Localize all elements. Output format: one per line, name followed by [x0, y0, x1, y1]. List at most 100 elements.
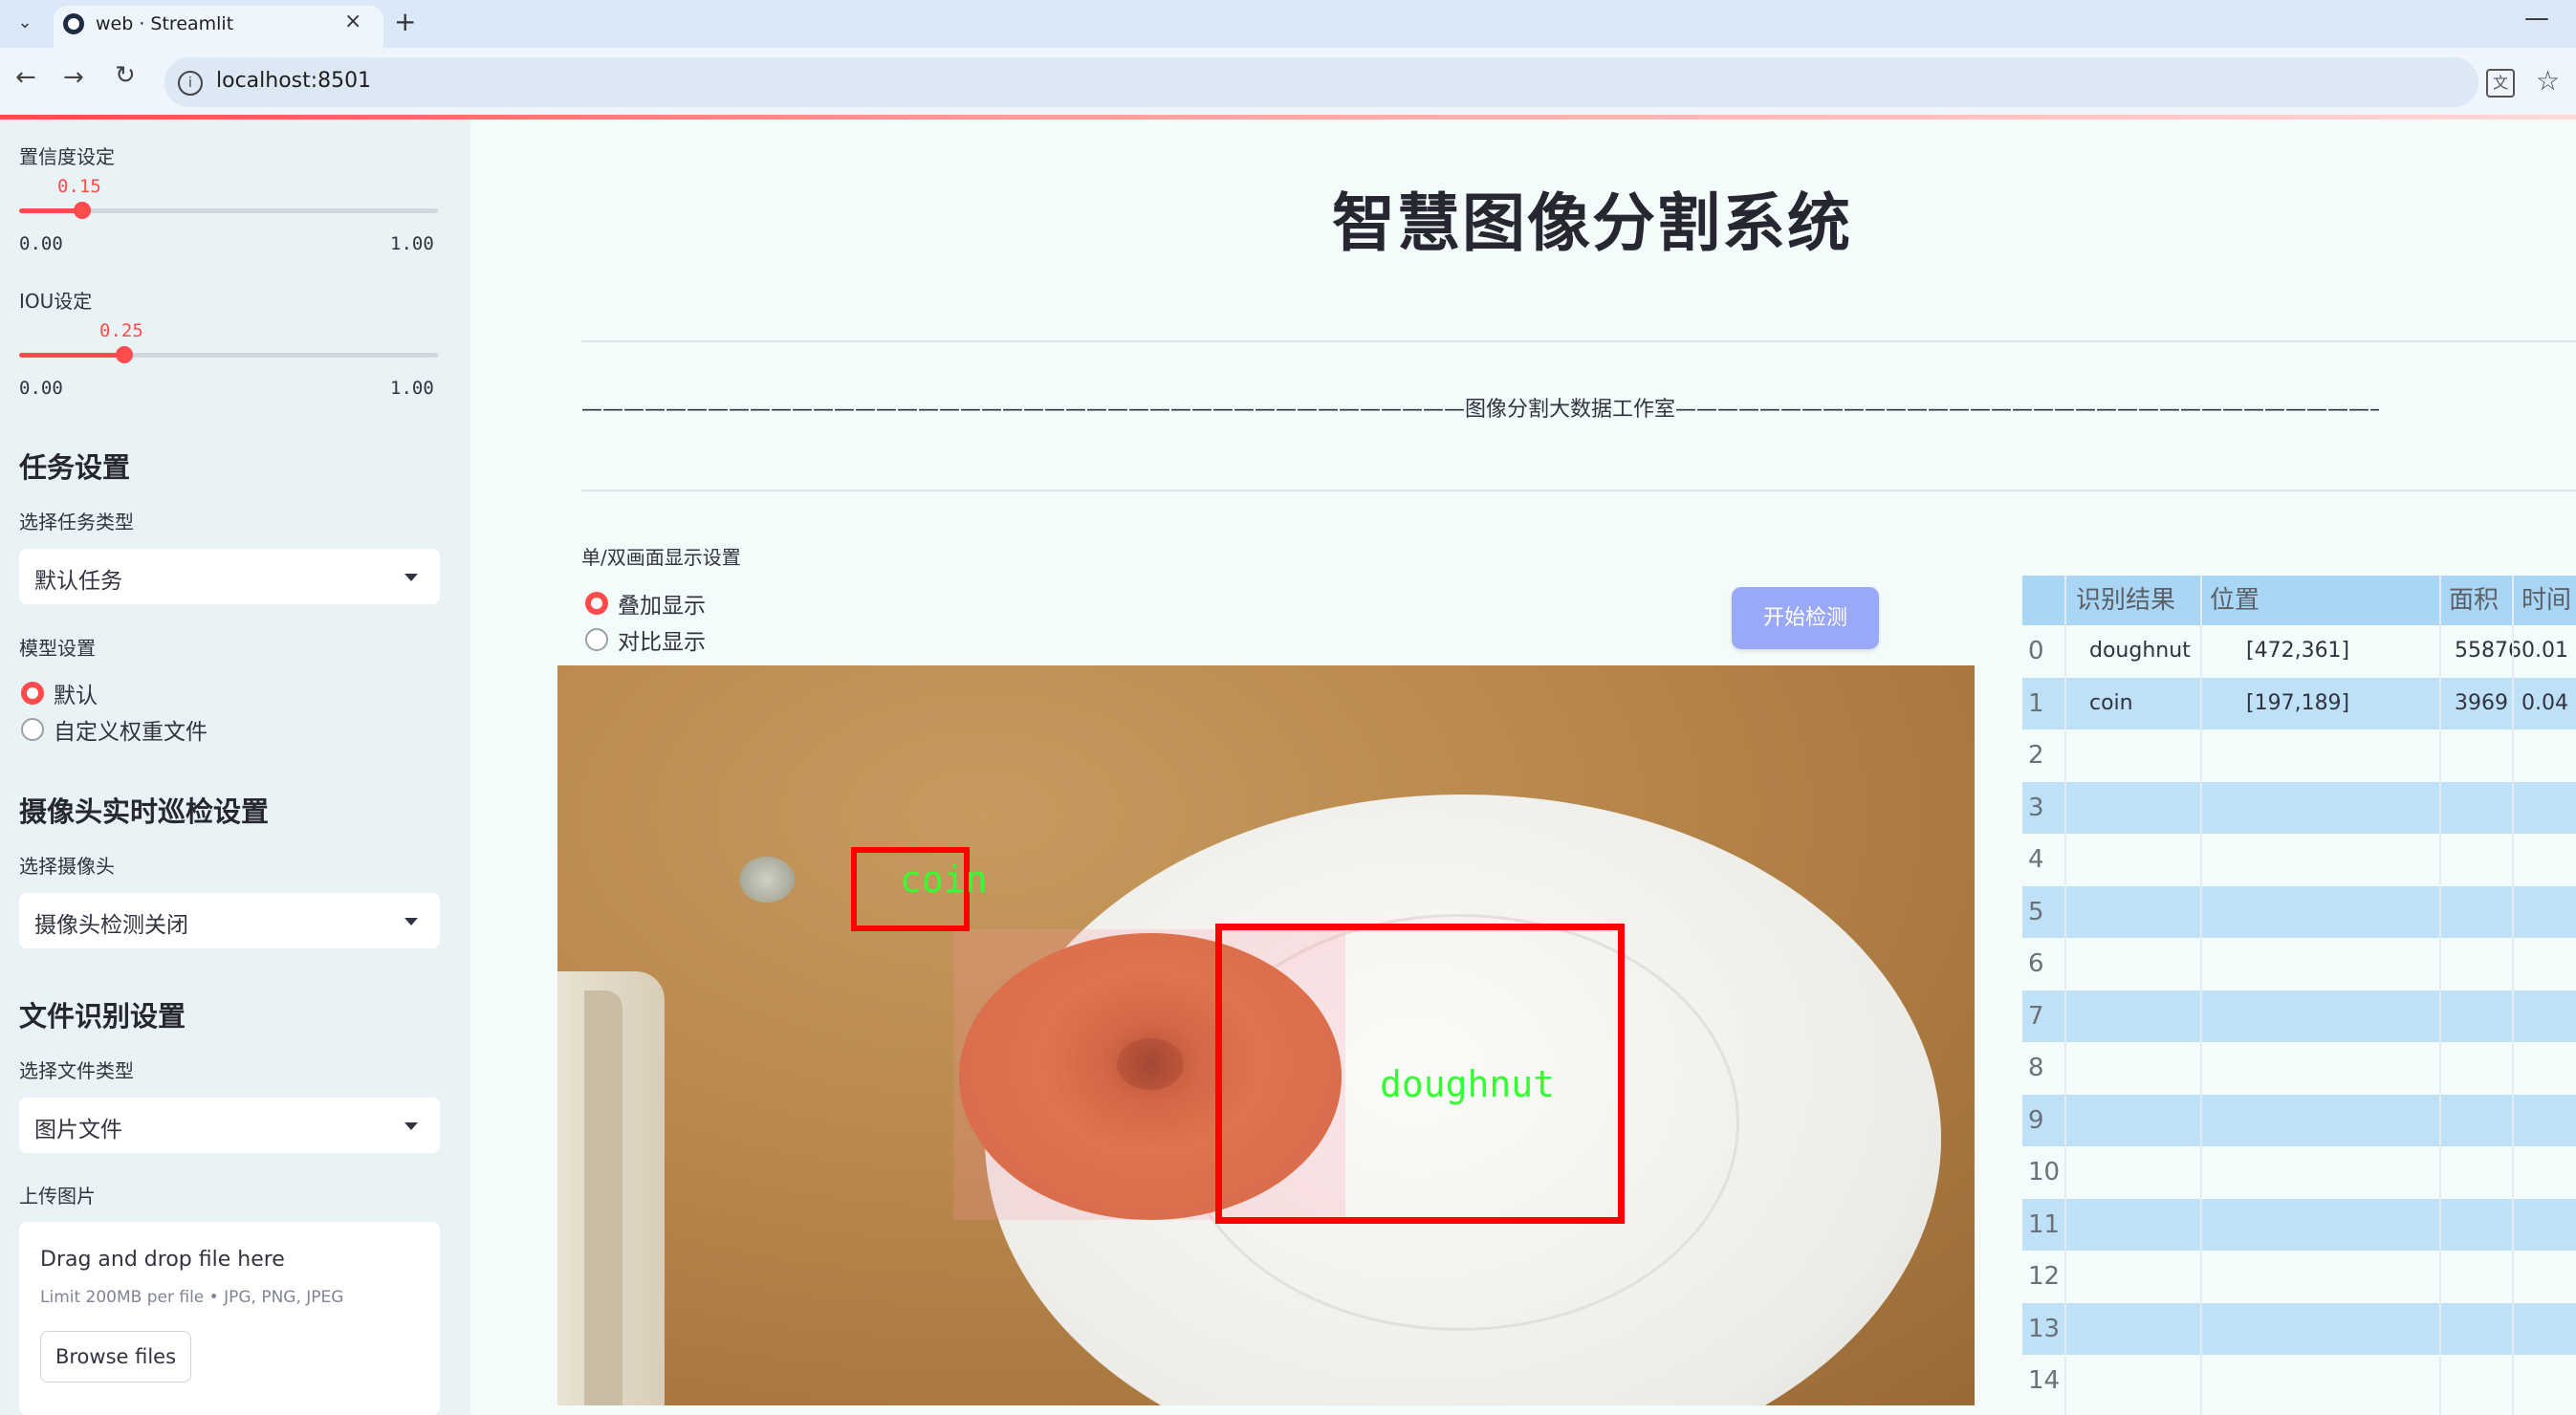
streamlit-favicon-icon: [63, 13, 84, 34]
result-cell: doughnut: [2089, 639, 2191, 663]
back-arrow-icon[interactable]: ←: [15, 63, 36, 92]
row-index: 6: [2028, 949, 2044, 978]
confidence-slider-fill: [19, 208, 82, 213]
browser-tabstrip: [0, 0, 2576, 48]
bookmark-star-icon[interactable]: ☆: [2536, 65, 2560, 97]
column-divider: [2064, 576, 2066, 1415]
task-settings-heading: 任务设置: [19, 451, 131, 484]
tab-list-dropdown-icon[interactable]: ⌄: [8, 6, 42, 40]
overlay-display-option[interactable]: 叠加显示: [618, 587, 706, 620]
model-default-radio[interactable]: [21, 682, 44, 705]
model-settings-label: 模型设置: [19, 637, 96, 660]
upload-label: 上传图片: [19, 1185, 96, 1208]
file-type-value: 图片文件: [34, 1118, 122, 1143]
time-cell: 0.04: [2521, 690, 2568, 715]
table-row[interactable]: 6: [2022, 938, 2576, 990]
model-default-option[interactable]: 默认: [54, 677, 98, 709]
iou-min: 0.00: [19, 378, 63, 399]
address-bar[interactable]: [164, 57, 2478, 107]
row-index: 13: [2028, 1314, 2061, 1343]
detection-result-image: coin doughnut: [557, 665, 1975, 1405]
table-row[interactable]: 5: [2022, 885, 2576, 938]
row-index: 0: [2028, 637, 2044, 665]
start-detection-button[interactable]: 开始检测: [1732, 587, 1879, 649]
camera-select-label: 选择摄像头: [19, 855, 115, 878]
file-type-chevron-down-icon: [404, 1122, 418, 1130]
compare-display-option[interactable]: 对比显示: [618, 623, 706, 656]
table-row[interactable]: 0 doughnut [472,361] 55876 0.01: [2022, 625, 2576, 677]
table-row[interactable]: 7: [2022, 990, 2576, 1042]
row-index: 11: [2028, 1209, 2061, 1239]
tab-title: web · Streamlit: [96, 13, 234, 34]
dropzone-title: Drag and drop file here: [40, 1248, 285, 1272]
header-time[interactable]: 时间: [2521, 576, 2571, 625]
table-row[interactable]: 13: [2022, 1302, 2576, 1355]
row-index: 14: [2028, 1366, 2061, 1395]
browse-files-button[interactable]: Browse files: [40, 1331, 191, 1382]
table-body: 0 doughnut [472,361] 55876 0.01 1 coin [197,189…: [2022, 625, 2576, 1415]
camera-settings-heading: 摄像头实时巡检设置: [19, 795, 270, 828]
table-header: 识别结果 位置 面积 时间: [2022, 576, 2576, 625]
area-cell: 3969: [2455, 690, 2508, 715]
camera-chevron-down-icon: [404, 918, 418, 925]
table-row[interactable]: 8: [2022, 1042, 2576, 1094]
model-custom-radio[interactable]: [21, 718, 44, 741]
window-minimize-icon[interactable]: —: [2524, 4, 2549, 33]
url-text[interactable]: localhost:8501: [216, 69, 371, 93]
table-row[interactable]: 14: [2022, 1355, 2576, 1406]
sidebar: [0, 120, 470, 1415]
new-tab-icon[interactable]: +: [394, 6, 416, 37]
overlay-display-radio[interactable]: [585, 592, 608, 615]
row-index: 9: [2028, 1105, 2044, 1135]
translate-icon[interactable]: 文: [2486, 69, 2515, 98]
row-index: 5: [2028, 897, 2044, 926]
table-row[interactable]: 10: [2022, 1146, 2576, 1198]
coin-object: [739, 857, 795, 903]
task-type-value: 默认任务: [34, 569, 122, 594]
coin-detection-label: coin: [900, 859, 988, 901]
row-index: 7: [2028, 1001, 2044, 1031]
napkin-holder-slot: [584, 990, 622, 1405]
header-area[interactable]: 面积: [2449, 576, 2499, 625]
confidence-slider-thumb[interactable]: [73, 202, 91, 219]
header-position[interactable]: 位置: [2210, 576, 2259, 625]
row-index: 2: [2028, 741, 2044, 770]
confidence-max: 1.00: [390, 233, 434, 254]
iou-value: 0.25: [99, 320, 143, 341]
row-index: 4: [2028, 845, 2044, 874]
row-index: 10: [2028, 1158, 2061, 1186]
table-row[interactable]: 12: [2022, 1251, 2576, 1302]
task-type-label: 选择任务类型: [19, 511, 134, 533]
divider-top: [581, 340, 2576, 342]
time-cell: 0.01: [2521, 639, 2568, 663]
table-row[interactable]: 1 coin [197,189] 3969 0.04: [2022, 677, 2576, 729]
table-row[interactable]: 3: [2022, 781, 2576, 834]
row-index: 8: [2028, 1054, 2044, 1082]
table-row[interactable]: 9: [2022, 1094, 2576, 1146]
iou-slider-thumb[interactable]: [115, 346, 133, 363]
forward-arrow-icon[interactable]: →: [63, 63, 84, 92]
column-divider: [2200, 576, 2202, 1415]
dropzone-limit: Limit 200MB per file • JPG, PNG, JPEG: [40, 1288, 344, 1307]
table-row[interactable]: 11: [2022, 1198, 2576, 1251]
reload-icon[interactable]: ↻: [115, 61, 136, 90]
results-table[interactable]: 识别结果 位置 面积 时间 0 doughnut [472,361] 55876 0.0…: [2022, 576, 2576, 1415]
row-index: 1: [2028, 688, 2044, 718]
confidence-value: 0.15: [57, 176, 101, 197]
divider-bottom: [581, 490, 2576, 491]
column-divider: [2512, 576, 2514, 1415]
site-info-icon[interactable]: i: [178, 71, 203, 96]
file-type-label: 选择文件类型: [19, 1059, 134, 1082]
table-row[interactable]: 2: [2022, 729, 2576, 781]
confidence-min: 0.00: [19, 233, 63, 254]
header-result[interactable]: 识别结果: [2076, 576, 2175, 625]
iou-max: 1.00: [390, 378, 434, 399]
file-settings-heading: 文件识别设置: [19, 1000, 186, 1033]
tab-close-icon[interactable]: ×: [344, 10, 361, 33]
compare-display-radio[interactable]: [585, 628, 608, 651]
table-row[interactable]: 4: [2022, 834, 2576, 885]
model-custom-option[interactable]: 自定义权重文件: [54, 713, 207, 746]
result-cell: coin: [2089, 690, 2133, 715]
camera-select-value: 摄像头检测关闭: [34, 913, 188, 938]
studio-banner: ————————————————————————————————————————…: [581, 398, 2379, 422]
